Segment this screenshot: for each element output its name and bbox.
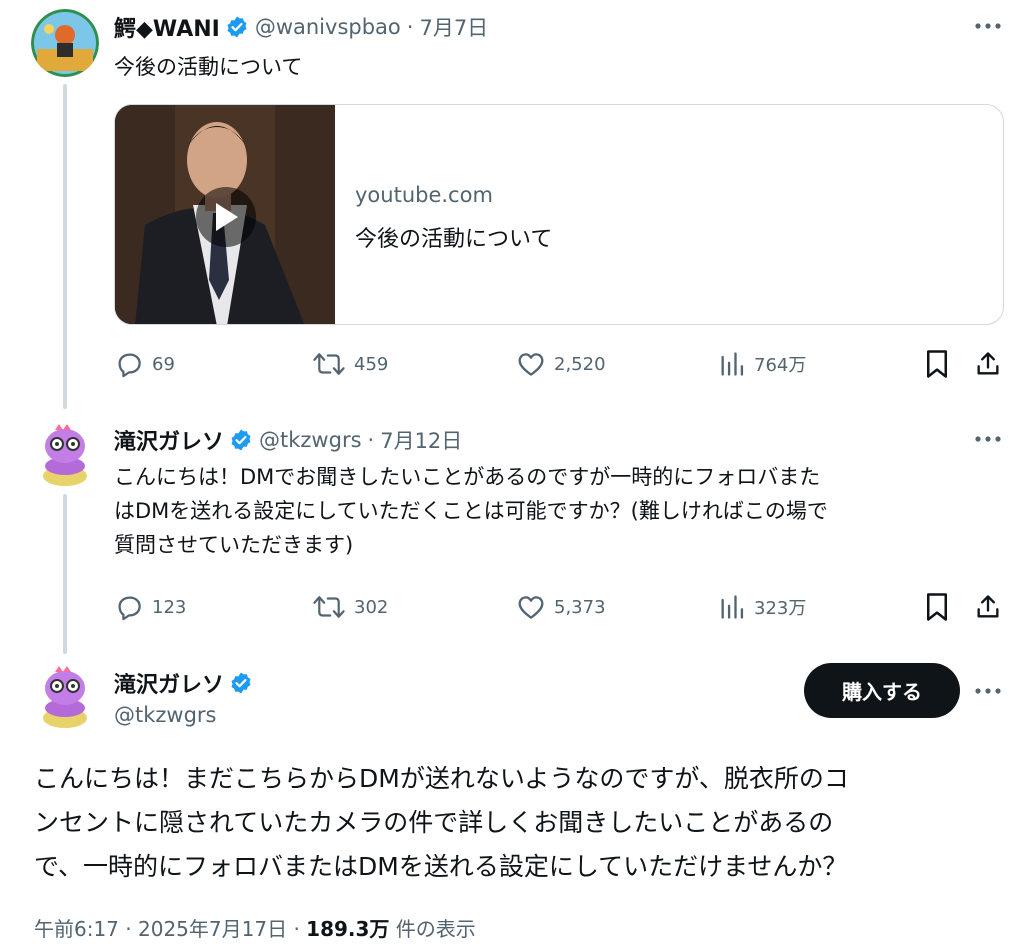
tweet-header: 鰐◆WANI @wanivspbao · 7月7日 — [114, 11, 488, 43]
video-thumbnail — [115, 105, 335, 324]
views-count: 189.3万 — [306, 917, 390, 941]
retweet-button[interactable]: 459 — [312, 348, 388, 380]
avatar[interactable] — [31, 662, 99, 730]
bookmark-icon[interactable] — [924, 591, 950, 623]
main-tweet-text-line: こんにちは！まだこちらからDMが送れないようなのですが、脱衣所のコ — [34, 764, 849, 793]
verified-badge-icon — [229, 671, 253, 695]
reply-count: 123 — [152, 596, 187, 618]
tweet-text: こんにちは！DMでお聞きしたいことがあるのですが一時的にフォロバまた はDMを送… — [114, 460, 994, 562]
avatar[interactable] — [31, 420, 99, 488]
link-card[interactable]: youtube.com 今後の活動について — [114, 104, 1004, 325]
main-tweet-handle-row: @tkzwgrs — [114, 703, 217, 727]
views-button[interactable]: 764万 — [718, 348, 806, 380]
share-icon[interactable] — [974, 591, 1002, 623]
like-icon — [518, 353, 544, 376]
tweet-text-line: 質問させていただきます) — [114, 533, 354, 557]
views-label: 件の表示 — [395, 917, 476, 941]
views-button[interactable]: 323万 — [718, 591, 806, 623]
retweet-count: 302 — [354, 596, 389, 618]
verified-badge-icon — [225, 15, 249, 39]
thread-line — [63, 84, 67, 409]
handle[interactable]: @wanivspbao — [255, 15, 401, 39]
more-icon[interactable] — [971, 427, 1005, 451]
retweet-button[interactable]: 302 — [312, 591, 388, 623]
like-button[interactable]: 2,520 — [516, 348, 606, 380]
reply-count: 69 — [152, 353, 175, 375]
display-name[interactable]: 滝沢ガレソ — [114, 667, 224, 699]
post-date[interactable]: 2025年7月17日 — [138, 917, 287, 941]
tweet-text-line: はDMを送れる設定にしていただくことは可能ですか？(難しければこの場で — [114, 499, 828, 523]
tweet-text-line: こんにちは！DMでお聞きしたいことがあるのですが一時的にフォロバまた — [114, 465, 821, 489]
tweet-text: 今後の活動について — [114, 55, 303, 79]
tweet-meta: 午前6:17 · 2025年7月17日 · 189.3万 件の表示 — [34, 913, 476, 942]
like-icon — [518, 596, 544, 619]
retweet-icon — [313, 353, 345, 375]
play-icon[interactable] — [196, 187, 256, 247]
like-count: 2,520 — [554, 353, 606, 375]
thread-line — [63, 494, 67, 654]
bookmark-icon[interactable] — [924, 348, 950, 380]
tweet-actions: 69 459 2,520 764万 — [114, 348, 1004, 380]
reply-button[interactable]: 69 — [114, 348, 175, 380]
handle[interactable]: @tkzwgrs — [259, 428, 362, 452]
separator: · — [406, 15, 414, 39]
retweet-count: 459 — [354, 353, 389, 375]
card-domain: youtube.com — [355, 183, 493, 207]
tweet-actions: 123 302 5,373 323万 — [114, 591, 1004, 623]
verified-badge-icon — [229, 428, 253, 452]
more-icon[interactable] — [971, 679, 1005, 703]
views-count: 323万 — [754, 598, 807, 619]
display-name[interactable]: 鰐◆WANI — [114, 11, 220, 43]
card-title: 今後の活動について — [355, 227, 553, 252]
main-tweet-text-line: で、一時的にフォロバまたはDMを送れる設定にしていただけませんか？ — [34, 852, 848, 881]
like-count: 5,373 — [554, 596, 606, 618]
tweet-header: 滝沢ガレソ @tkzwgrs · 7月12日 — [114, 424, 462, 456]
views-count: 764万 — [754, 355, 807, 376]
retweet-icon — [313, 596, 345, 618]
reply-icon — [118, 353, 141, 378]
views-icon — [721, 352, 744, 376]
main-tweet-text: こんにちは！まだこちらからDMが送れないようなのですが、脱衣所のコ ンセントに隠… — [34, 757, 994, 889]
handle[interactable]: @tkzwgrs — [114, 703, 217, 727]
post-time[interactable]: 午前6:17 — [34, 917, 119, 941]
views-icon — [721, 595, 744, 619]
main-tweet-text-line: ンセントに隠されていたカメラの件で詳しくお聞きしたいことがあるの — [34, 808, 834, 837]
reply-button[interactable]: 123 — [114, 591, 186, 623]
reply-icon — [118, 596, 141, 621]
timestamp[interactable]: 7月7日 — [419, 12, 488, 42]
separator: · — [367, 428, 375, 452]
more-icon[interactable] — [971, 14, 1005, 38]
timestamp[interactable]: 7月12日 — [380, 425, 462, 455]
buy-button[interactable]: 購入する — [804, 663, 960, 718]
main-tweet-name-row: 滝沢ガレソ — [114, 667, 253, 699]
share-icon[interactable] — [974, 348, 1002, 380]
separator: · — [125, 917, 132, 941]
display-name[interactable]: 滝沢ガレソ — [114, 424, 224, 456]
separator: · — [293, 917, 300, 941]
avatar[interactable] — [31, 9, 99, 77]
like-button[interactable]: 5,373 — [516, 591, 606, 623]
